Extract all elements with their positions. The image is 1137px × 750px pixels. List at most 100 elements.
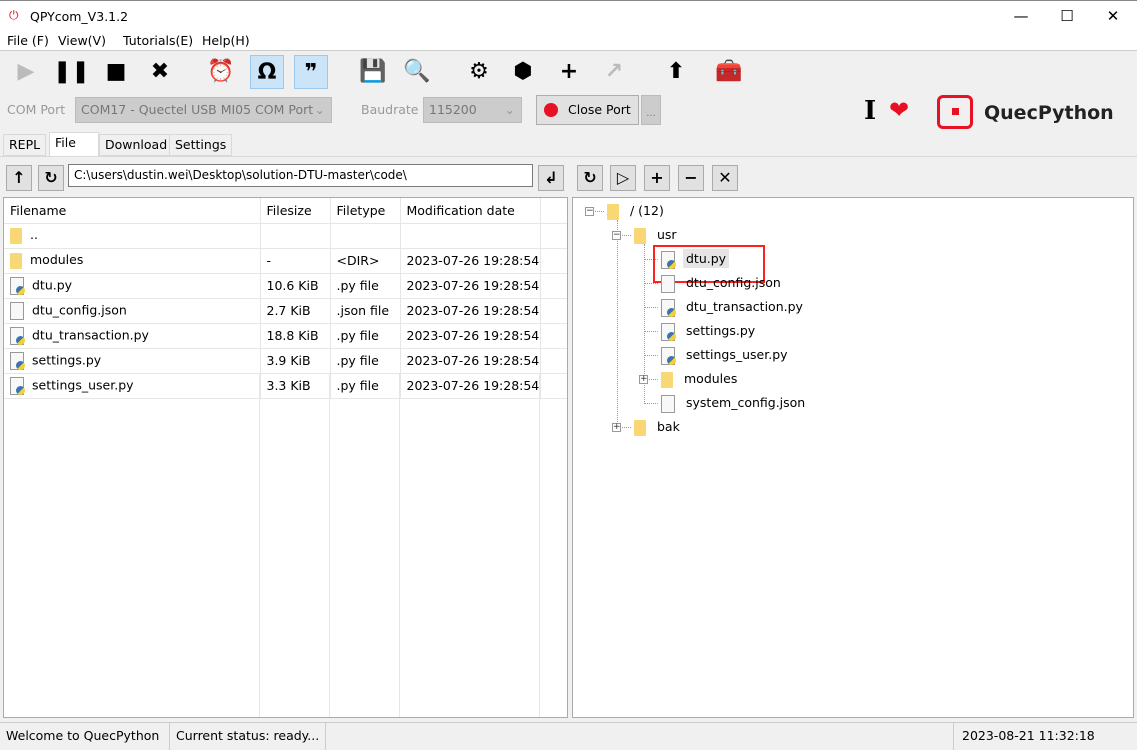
tree-item[interactable]: settings_user.py <box>661 344 791 366</box>
close-window-button[interactable]: ✕ <box>1090 1 1136 31</box>
table-row[interactable]: .. <box>4 223 567 249</box>
column-filetype[interactable]: Filetype <box>330 198 401 224</box>
table-header: Filename Filesize Filetype Modification … <box>4 198 567 224</box>
baudrate-label: Baudrate <box>361 102 419 117</box>
table-row[interactable]: modules - <DIR> 2023-07-26 19:28:54 <box>4 248 567 274</box>
column-filename[interactable]: Filename <box>4 198 261 224</box>
tree-item[interactable]: bak <box>634 416 683 438</box>
up-directory-button[interactable]: ↑ <box>6 165 32 191</box>
play-icon[interactable]: ▶ <box>9 55 43 89</box>
minimize-button[interactable]: — <box>998 1 1044 31</box>
file-icon <box>10 301 24 320</box>
tree-item[interactable]: system_config.json <box>661 392 808 414</box>
column-filesize[interactable]: Filesize <box>260 198 331 224</box>
expand-icon[interactable]: + <box>639 375 648 384</box>
quote-icon[interactable]: ❞ <box>294 55 328 89</box>
alarm-icon[interactable]: ⏰ <box>204 55 238 89</box>
table-row[interactable]: dtu.py 10.6 KiB .py file 2023-07-26 19:2… <box>4 273 567 299</box>
python-file-icon <box>10 351 25 370</box>
tree-item[interactable]: usr <box>634 224 680 246</box>
tree-item[interactable]: / (12) <box>607 200 667 222</box>
file-name-cell: dtu.py <box>4 273 261 299</box>
local-file-table: Filename Filesize Filetype Modification … <box>3 197 568 718</box>
stop-icon[interactable]: ■ <box>99 55 133 89</box>
toolbox-icon[interactable]: 🧰 <box>712 55 746 89</box>
hotkey-icon[interactable]: Ω <box>250 55 284 89</box>
file-name: settings_user.py <box>32 377 134 392</box>
add-file-button[interactable]: + <box>644 165 670 191</box>
tree-item-label: usr <box>657 227 677 242</box>
search-icon[interactable]: 🔍 <box>400 55 434 89</box>
menu-file[interactable]: File (F) <box>7 33 49 48</box>
file-size: 3.3 KiB <box>260 373 331 399</box>
package-icon[interactable]: ⬢ <box>506 55 540 89</box>
file-size: - <box>260 248 331 274</box>
file-size <box>260 223 331 249</box>
column-modification-date[interactable]: Modification date <box>400 198 541 224</box>
file-type <box>330 223 401 249</box>
tree-item-label: bak <box>657 419 680 434</box>
tree-item-label: dtu_transaction.py <box>686 299 803 314</box>
export-icon[interactable]: ↗ <box>597 55 631 89</box>
com-port-label: COM Port <box>7 102 66 117</box>
tree-item[interactable]: dtu_transaction.py <box>661 296 806 318</box>
text-cursor-icon: I <box>864 96 877 126</box>
run-file-button[interactable]: ▷ <box>610 165 636 191</box>
heart-icon[interactable]: ❤ <box>889 96 909 124</box>
close-port-label: Close Port <box>568 102 631 117</box>
maximize-button[interactable]: ☐ <box>1044 1 1090 31</box>
file-date <box>400 223 541 249</box>
gear-icon[interactable]: ⚙ <box>462 55 496 89</box>
collapse-icon[interactable]: − <box>585 207 594 216</box>
tab-settings[interactable]: Settings <box>169 134 233 156</box>
file-size: 2.7 KiB <box>260 298 331 324</box>
expand-icon[interactable]: + <box>612 423 621 432</box>
tree-item[interactable]: settings.py <box>661 320 758 342</box>
table-row[interactable]: dtu_config.json 2.7 KiB .json file 2023-… <box>4 298 567 324</box>
file-name-cell: settings.py <box>4 348 261 374</box>
folder-icon <box>607 203 619 220</box>
com-port-select[interactable]: COM17 - Quectel USB MI05 COM Port ⌄ <box>75 97 332 123</box>
collapse-icon[interactable]: − <box>612 231 621 240</box>
file-type: .json file <box>330 298 401 324</box>
pause-icon[interactable]: ❚❚ <box>53 55 90 89</box>
menu-view[interactable]: View(V) <box>58 33 106 48</box>
menu-help[interactable]: Help(H) <box>202 33 250 48</box>
more-button[interactable]: ... <box>641 95 661 125</box>
upload-icon[interactable]: ⬆ <box>659 55 693 89</box>
tree-item[interactable]: dtu_config.json <box>661 272 784 294</box>
file-type: .py file <box>330 373 401 399</box>
tab-file[interactable]: File <box>49 132 99 157</box>
empty-cell <box>540 323 567 349</box>
go-path-button[interactable]: ↲ <box>538 165 564 191</box>
file-type: .py file <box>330 348 401 374</box>
python-file-icon <box>10 376 25 395</box>
file-name: dtu_transaction.py <box>32 327 149 342</box>
save-icon[interactable]: 💾 <box>356 55 390 89</box>
table-row[interactable]: settings_user.py 3.3 KiB .py file 2023-0… <box>4 373 567 399</box>
file-date: 2023-07-26 19:28:54 <box>400 348 541 374</box>
refresh-local-button[interactable]: ↻ <box>38 165 64 191</box>
table-row[interactable]: dtu_transaction.py 18.8 KiB .py file 202… <box>4 323 567 349</box>
close-icon[interactable]: ✖ <box>143 55 177 89</box>
folder-icon <box>10 227 22 244</box>
file-name: dtu.py <box>32 277 73 292</box>
com-port-value: COM17 - Quectel USB MI05 COM Port <box>81 102 314 117</box>
delete-file-button[interactable]: ✕ <box>712 165 738 191</box>
tree-item[interactable]: modules <box>661 368 740 390</box>
path-input[interactable]: C:\users\dustin.wei\Desktop\solution-DTU… <box>68 164 533 187</box>
menu-tutorials[interactable]: Tutorials(E) <box>123 33 193 48</box>
close-port-button[interactable]: Close Port <box>536 95 639 125</box>
file-name-cell: .. <box>4 223 261 249</box>
refresh-device-button[interactable]: ↻ <box>577 165 603 191</box>
brand-name: QuecPython <box>984 102 1114 124</box>
tab-download[interactable]: Download <box>99 134 174 156</box>
title-bar: ⏻ QPYcom_V3.1.2 — ☐ ✕ <box>0 0 1137 30</box>
remove-file-button[interactable]: − <box>678 165 704 191</box>
add-icon[interactable]: + <box>552 55 586 89</box>
tab-repl[interactable]: REPL <box>3 134 47 156</box>
table-row[interactable]: settings.py 3.9 KiB .py file 2023-07-26 … <box>4 348 567 374</box>
menu-bar: File (F) View(V) Tutorials(E) Help(H) <box>0 30 1137 51</box>
quecpython-logo-icon <box>937 95 973 129</box>
baudrate-select[interactable]: 115200 ⌄ <box>423 97 522 123</box>
